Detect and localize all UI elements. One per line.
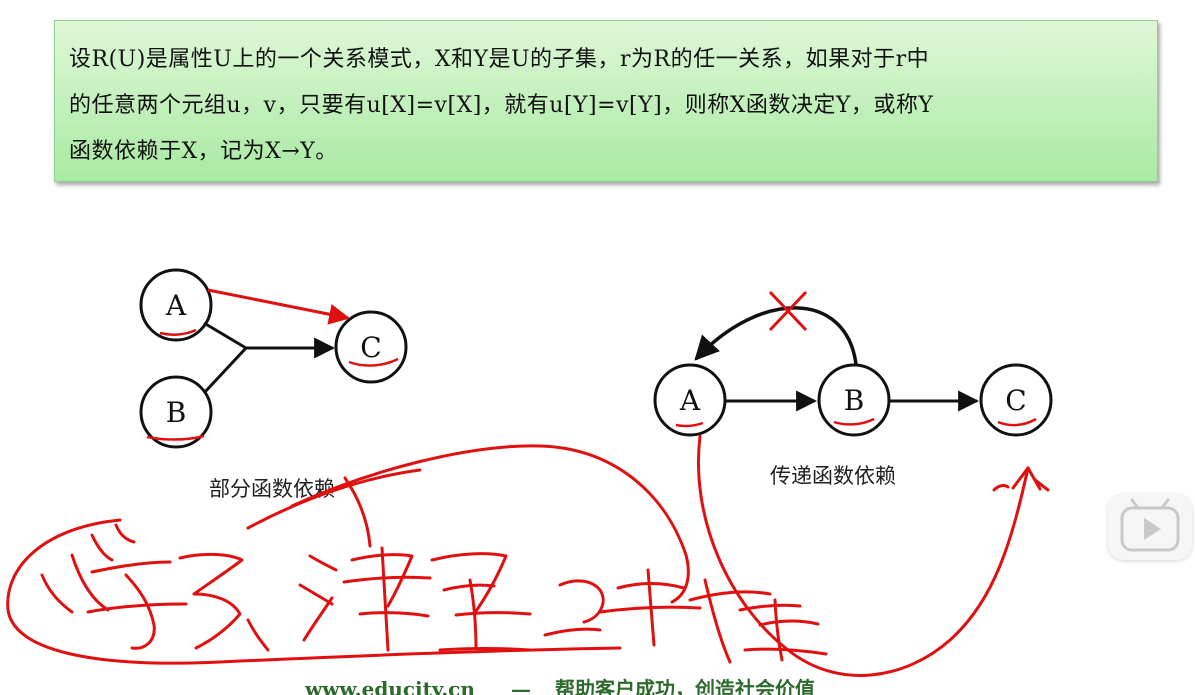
transitive-node-b-label: B (844, 384, 865, 417)
footer-site: www.educity.cn (304, 677, 475, 695)
transitive-node-a-label: A (679, 384, 701, 417)
partial-join-edge-a (203, 321, 247, 350)
red-underline-marks (146, 328, 1037, 441)
transitive-back-arc-b-to-a (694, 306, 858, 365)
partial-dependency-diagram: A B C 部分函数依赖 (139, 268, 408, 501)
transitive-dependency-caption: 传递函数依赖 (770, 464, 896, 488)
video-frame: 设R(U)是属性U上的一个关系模式，X和Y是U的子集，r为R的任一关系，如果对于… (0, 0, 1195, 695)
partial-node-b-label: B (166, 396, 187, 429)
partial-join-edge-b (202, 346, 248, 395)
transitive-node-c-label: C (1005, 384, 1026, 417)
partial-node-c-label: C (360, 331, 381, 364)
partial-node-a-label: A (165, 289, 187, 322)
play-button[interactable] (1108, 494, 1192, 560)
footer-watermark: www.educity.cn — 帮助客户成功，创造社会价值 (304, 677, 815, 695)
diagram-canvas: A B C 部分函数依赖 A B C 传递函数依赖 www.educity.cn… (6, 268, 1053, 695)
play-icon (1120, 498, 1180, 552)
footer-slogan: 帮助客户成功，创造社会价值 (555, 677, 815, 695)
transitive-dependency-diagram: A B C 传递函数依赖 (653, 290, 1053, 488)
red-arrow-a-to-c (207, 288, 351, 325)
footer-separator: — (511, 677, 531, 695)
